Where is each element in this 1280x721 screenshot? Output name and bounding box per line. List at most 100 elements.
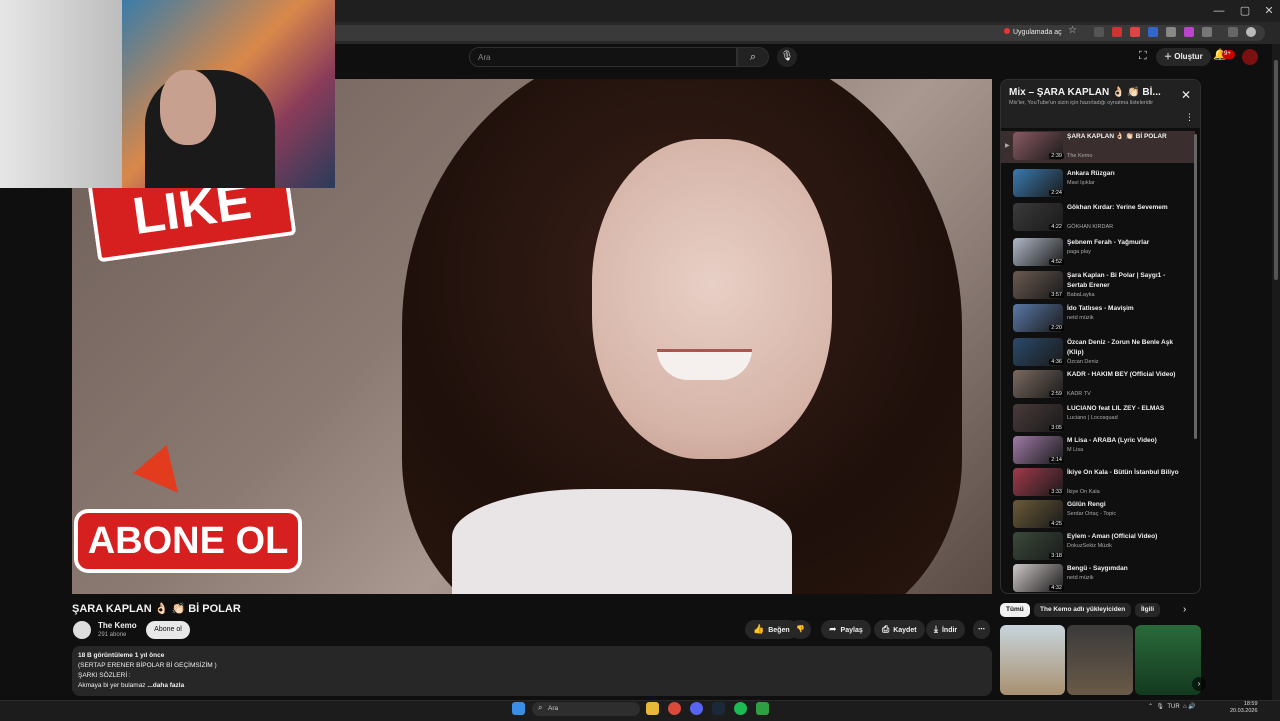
playlist-item[interactable]: 4:22 Gökhan Kırdar: Yerine Sevemem GÖKHAN … [1001,202,1195,234]
playlist-item-thumbnail[interactable]: 4:52 [1013,238,1064,266]
playlist-item-thumbnail[interactable]: 2:14 [1013,436,1064,464]
playlist-item-thumbnail[interactable]: 4:25 [1013,500,1064,528]
microphone-icon: 🎙 [780,51,794,62]
playlist-item-thumbnail[interactable]: 3:18 [1013,532,1064,560]
taskbar-search[interactable]: Ara [532,702,640,716]
extension-icon[interactable] [1148,27,1158,37]
playlist-item[interactable]: 3:33 İkiye On Kala - Bütün İstanbul Biliy… [1001,467,1195,499]
share-icon: ➦ [829,624,837,634]
playlist-item-thumbnail[interactable]: 4:22 [1013,203,1064,231]
extension-icon[interactable] [1166,27,1176,37]
playlist-item-channel: The Kemo [1067,153,1093,159]
more-actions-button[interactable]: ⋯ [973,620,990,639]
playlist-item-channel: Özcan Deniz [1067,359,1099,365]
bookmark-star-icon[interactable]: ☆ [1068,25,1077,36]
chip-all[interactable]: Tümü [1000,603,1030,617]
playlist-item-thumbnail[interactable]: 2:59 [1013,370,1064,398]
playlist-item-thumbnail[interactable]: 4:32 [1013,564,1064,592]
dislike-button[interactable]: 👎 [790,620,811,639]
video-frame-shirt [452,489,792,594]
create-button[interactable]: ＋ Oluştur [1156,48,1211,66]
close-icon[interactable]: ✕ [1181,88,1191,102]
save-button[interactable]: ⎙ Kaydet [874,620,925,639]
playlist-item-thumbnail[interactable]: 4:36 [1013,338,1064,366]
extension-icon[interactable] [1130,27,1140,37]
clock[interactable]: 18:59 20.03.2026 [1230,701,1258,715]
extension-icon[interactable] [1184,27,1194,37]
chevron-right-icon[interactable]: › [1192,677,1206,691]
spotify-icon[interactable] [734,702,747,715]
discord-icon[interactable] [690,702,703,715]
playlist-item-channel: Mavi Işıklar [1067,180,1095,186]
download-label: İndir [941,627,958,634]
playlist-item[interactable]: 2:24 Ankara Rüzgarı Mavi Işıklar [1001,168,1195,200]
playlist-item[interactable]: 2:59 KADR - HAKIM BEY (Official Video) KAD… [1001,369,1195,401]
playlist-item-thumbnail[interactable]: 2:39 [1013,132,1064,160]
minimize-button[interactable]: — [1208,3,1230,19]
cast-icon[interactable]: ⛶ [1139,50,1147,63]
chip-from-uploader[interactable]: The Kemo adlı yükleyiciden [1034,603,1132,617]
user-avatar[interactable] [1242,49,1258,65]
chip-related[interactable]: İlgili [1135,603,1160,617]
chrome-icon[interactable] [668,702,681,715]
windows-start-icon[interactable] [512,702,525,715]
playlist-item[interactable]: 2:20 İdo Tatlıses - Mavişim netd müzik [1001,303,1195,335]
extensions-puzzle-icon[interactable] [1202,27,1212,37]
sidebar-icon[interactable] [1228,27,1238,37]
chevron-right-icon[interactable]: › [1183,604,1186,615]
playlist-item[interactable]: 4:52 Şebnem Ferah - Yağmurlar paga play [1001,237,1195,269]
playlist-item[interactable]: 3:57 Şara Kaplan - Bi Polar | Saygı1 - Se… [1001,270,1195,302]
microphone-icon[interactable]: 🎙 [1156,704,1164,710]
playlist-item[interactable]: ▶ 2:39 ŞARA KAPLAN 👌🏻 👏🏻 Bİ POLAR The Kemo [1001,131,1195,163]
playlist-item-thumbnail[interactable]: 3:57 [1013,271,1064,299]
page-scrollbar-thumb[interactable] [1274,60,1278,280]
channel-name[interactable]: The Kemo [98,621,137,630]
profile-icon[interactable] [1246,27,1256,37]
url-input[interactable] [330,25,1265,41]
file-explorer-icon[interactable] [646,702,659,715]
playlist-item[interactable]: 4:25 Gülün Rengi Serdar Ortaç - Topic [1001,499,1195,531]
duration-badge: 2:24 [1049,190,1064,196]
close-window-button[interactable]: ✕ [1258,3,1280,19]
system-tray[interactable]: ⌃ 🎙 TUR ⌂ 🔊 [1148,703,1196,710]
playlist-title[interactable]: Mix – ŞARA KAPLAN 👌🏻 👏🏻 Bİ... [1009,87,1161,98]
maximize-button[interactable]: ▢ [1234,3,1256,19]
webcam-overlay [0,0,335,188]
youtube-icon [1004,28,1010,34]
share-button[interactable]: ➦ Paylaş [821,620,871,639]
playlist-item[interactable]: 3:18 Eylem - Aman (Official Video) DokuzSe… [1001,531,1195,563]
playlist-item-thumbnail[interactable]: 3:33 [1013,468,1064,496]
playlist-item-thumbnail[interactable]: 2:20 [1013,304,1064,332]
volume-icon[interactable]: 🔊 [1188,704,1195,710]
playlist-item-channel: paga play [1067,249,1091,255]
playlist-item-thumbnail[interactable]: 2:24 [1013,169,1064,197]
video-description[interactable]: 18 B görüntüleme 1 yıl önce (SERTAP EREN… [72,646,992,696]
language-indicator[interactable]: TUR [1167,704,1179,710]
extension-icon[interactable] [1094,27,1104,37]
network-icon[interactable]: ⌂ [1183,704,1187,710]
chevron-up-icon[interactable]: ⌃ [1148,704,1153,710]
playlist-item[interactable]: 4:32 Bengü - Saygımdan netd müzik [1001,563,1195,593]
playlist-panel: Mix – ŞARA KAPLAN 👌🏻 👏🏻 Bİ... Mix'ler, Y… [1000,79,1201,594]
show-more-link[interactable]: ...daha fazla [147,682,184,689]
thumbs-up-icon: 👍 [753,624,765,634]
channel-avatar[interactable] [73,621,91,639]
open-in-app-button[interactable]: Uygulamada aç [1000,26,1066,40]
description-line: Akmaya bi yer bulamaz ...daha fazla [78,681,986,691]
voice-search-button[interactable]: 🎙 [777,47,797,67]
more-vertical-icon[interactable]: ⋮ [1185,112,1194,123]
search-input[interactable]: Ara [469,47,737,67]
steam-icon[interactable] [712,702,725,715]
extension-icon[interactable] [1112,27,1122,37]
subscribe-button[interactable]: Abone ol [146,621,190,639]
recommended-video-thumbnail[interactable] [1000,625,1065,695]
recommended-video-thumbnail[interactable] [1067,625,1133,695]
playlist-item[interactable]: 2:14 M Lisa - ARABA (Lyric Video) M Lisa [1001,435,1195,467]
playlist-item[interactable]: 4:36 Özcan Deniz - Zorun Ne Benle Aşk (Kl… [1001,337,1195,369]
app-icon[interactable] [756,702,769,715]
playlist-item-thumbnail[interactable]: 3:05 [1013,404,1064,432]
playlist-item[interactable]: 3:05 LUCIANO feat LIL ZEY - ELMAS Luciano … [1001,403,1195,435]
download-button[interactable]: ⤓ İndir [926,620,966,639]
playlist-scrollbar[interactable] [1194,134,1197,439]
search-button[interactable]: ⌕ [737,47,769,67]
